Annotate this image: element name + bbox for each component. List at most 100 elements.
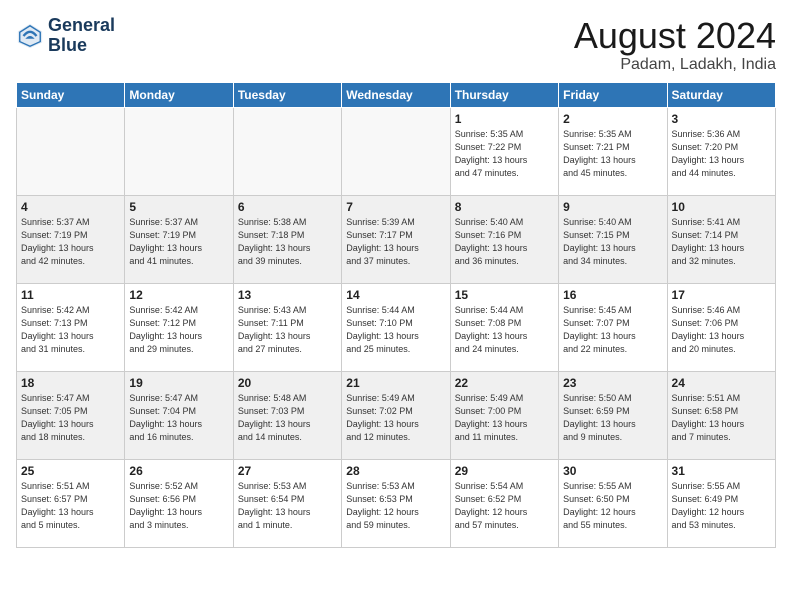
day-info: Sunrise: 5:53 AM Sunset: 6:53 PM Dayligh…: [346, 480, 445, 532]
calendar-cell: 31Sunrise: 5:55 AM Sunset: 6:49 PM Dayli…: [667, 459, 775, 547]
calendar-cell: [17, 107, 125, 195]
title-block: August 2024 Padam, Ladakh, India: [574, 16, 776, 74]
calendar-cell: 18 Sunrise: 5:47 AM Sunset: 7:05 PM Dayli…: [17, 371, 125, 459]
day-info: Sunrise: 5:54 AM Sunset: 6:52 PM Dayligh…: [455, 480, 554, 532]
calendar-cell: 11Sunrise: 5:42 AM Sunset: 7:13 PM Dayli…: [17, 283, 125, 371]
calendar-week-row: 25Sunrise: 5:51 AM Sunset: 6:57 PM Dayli…: [17, 459, 776, 547]
day-info: Sunrise: 5:40 AM Sunset: 7:15 PM Dayligh…: [563, 216, 662, 268]
weekday-header-tuesday: Tuesday: [233, 82, 341, 107]
day-number: 20: [238, 376, 337, 390]
day-number: 24: [672, 376, 771, 390]
day-number: 2: [563, 112, 662, 126]
day-number: 27: [238, 464, 337, 478]
day-number: 28: [346, 464, 445, 478]
calendar-cell: 6 Sunrise: 5:38 AM Sunset: 7:18 PM Daylig…: [233, 195, 341, 283]
day-number: 9: [563, 200, 662, 214]
day-info: Sunrise: 5:43 AM Sunset: 7:11 PM Dayligh…: [238, 304, 337, 356]
day-number: 16: [563, 288, 662, 302]
calendar-cell: 12 Sunrise: 5:42 AM Sunset: 7:12 PM Dayli…: [125, 283, 233, 371]
calendar-cell: 8 Sunrise: 5:40 AM Sunset: 7:16 PM Daylig…: [450, 195, 558, 283]
day-number: 7: [346, 200, 445, 214]
day-info: Sunrise: 5:49 AM Sunset: 7:02 PM Dayligh…: [346, 392, 445, 444]
day-info: Sunrise: 5:42 AM Sunset: 7:12 PM Dayligh…: [129, 304, 228, 356]
weekday-header-friday: Friday: [559, 82, 667, 107]
day-number: 19: [129, 376, 228, 390]
calendar-cell: 3Sunrise: 5:36 AM Sunset: 7:20 PM Daylig…: [667, 107, 775, 195]
day-info: Sunrise: 5:55 AM Sunset: 6:50 PM Dayligh…: [563, 480, 662, 532]
weekday-header-sunday: Sunday: [17, 82, 125, 107]
day-number: 1: [455, 112, 554, 126]
calendar-cell: 2 Sunrise: 5:35 AM Sunset: 7:21 PM Daylig…: [559, 107, 667, 195]
day-number: 26: [129, 464, 228, 478]
calendar-cell: [342, 107, 450, 195]
calendar-cell: 17 Sunrise: 5:46 AM Sunset: 7:06 PM Dayli…: [667, 283, 775, 371]
day-info: Sunrise: 5:41 AM Sunset: 7:14 PM Dayligh…: [672, 216, 771, 268]
weekday-header-saturday: Saturday: [667, 82, 775, 107]
calendar-week-row: 4 Sunrise: 5:37 AM Sunset: 7:19 PM Daylig…: [17, 195, 776, 283]
day-number: 21: [346, 376, 445, 390]
day-number: 17: [672, 288, 771, 302]
day-info: Sunrise: 5:48 AM Sunset: 7:03 PM Dayligh…: [238, 392, 337, 444]
day-number: 8: [455, 200, 554, 214]
calendar-cell: [125, 107, 233, 195]
page-header: General Blue August 2024 Padam, Ladakh, …: [16, 16, 776, 74]
day-number: 4: [21, 200, 120, 214]
calendar-cell: 4Sunrise: 5:37 AM Sunset: 7:19 PM Daylig…: [17, 195, 125, 283]
calendar-cell: 19 Sunrise: 5:47 AM Sunset: 7:04 PM Dayli…: [125, 371, 233, 459]
calendar-body: 1Sunrise: 5:35 AM Sunset: 7:22 PM Daylig…: [17, 107, 776, 547]
logo-icon: [16, 22, 44, 50]
calendar-cell: 9 Sunrise: 5:40 AM Sunset: 7:15 PM Daylig…: [559, 195, 667, 283]
day-info: Sunrise: 5:44 AM Sunset: 7:08 PM Dayligh…: [455, 304, 554, 356]
day-info: Sunrise: 5:47 AM Sunset: 7:05 PM Dayligh…: [21, 392, 120, 444]
day-info: Sunrise: 5:51 AM Sunset: 6:57 PM Dayligh…: [21, 480, 120, 532]
calendar-cell: 22Sunrise: 5:49 AM Sunset: 7:00 PM Dayli…: [450, 371, 558, 459]
calendar-cell: 21 Sunrise: 5:49 AM Sunset: 7:02 PM Dayli…: [342, 371, 450, 459]
day-number: 12: [129, 288, 228, 302]
calendar-week-row: 11Sunrise: 5:42 AM Sunset: 7:13 PM Dayli…: [17, 283, 776, 371]
calendar-cell: 25Sunrise: 5:51 AM Sunset: 6:57 PM Dayli…: [17, 459, 125, 547]
location-subtitle: Padam, Ladakh, India: [574, 56, 776, 74]
weekday-header-wednesday: Wednesday: [342, 82, 450, 107]
day-info: Sunrise: 5:38 AM Sunset: 7:18 PM Dayligh…: [238, 216, 337, 268]
day-info: Sunrise: 5:40 AM Sunset: 7:16 PM Dayligh…: [455, 216, 554, 268]
day-info: Sunrise: 5:44 AM Sunset: 7:10 PM Dayligh…: [346, 304, 445, 356]
day-info: Sunrise: 5:35 AM Sunset: 7:21 PM Dayligh…: [563, 128, 662, 180]
calendar-cell: 29 Sunrise: 5:54 AM Sunset: 6:52 PM Dayli…: [450, 459, 558, 547]
day-info: Sunrise: 5:36 AM Sunset: 7:20 PM Dayligh…: [672, 128, 771, 180]
day-number: 5: [129, 200, 228, 214]
calendar-table: SundayMondayTuesdayWednesdayThursdayFrid…: [16, 82, 776, 548]
calendar-week-row: 1Sunrise: 5:35 AM Sunset: 7:22 PM Daylig…: [17, 107, 776, 195]
calendar-cell: 10 Sunrise: 5:41 AM Sunset: 7:14 PM Dayli…: [667, 195, 775, 283]
day-info: Sunrise: 5:53 AM Sunset: 6:54 PM Dayligh…: [238, 480, 337, 532]
day-number: 18: [21, 376, 120, 390]
calendar-cell: 26Sunrise: 5:52 AM Sunset: 6:56 PM Dayli…: [125, 459, 233, 547]
day-number: 6: [238, 200, 337, 214]
calendar-cell: 28 Sunrise: 5:53 AM Sunset: 6:53 PM Dayli…: [342, 459, 450, 547]
calendar-cell: 23 Sunrise: 5:50 AM Sunset: 6:59 PM Dayli…: [559, 371, 667, 459]
day-info: Sunrise: 5:51 AM Sunset: 6:58 PM Dayligh…: [672, 392, 771, 444]
day-info: Sunrise: 5:50 AM Sunset: 6:59 PM Dayligh…: [563, 392, 662, 444]
day-info: Sunrise: 5:39 AM Sunset: 7:17 PM Dayligh…: [346, 216, 445, 268]
day-number: 15: [455, 288, 554, 302]
weekday-header-thursday: Thursday: [450, 82, 558, 107]
calendar-cell: [233, 107, 341, 195]
day-number: 14: [346, 288, 445, 302]
weekday-header-row: SundayMondayTuesdayWednesdayThursdayFrid…: [17, 82, 776, 107]
calendar-cell: 30 Sunrise: 5:55 AM Sunset: 6:50 PM Dayli…: [559, 459, 667, 547]
day-number: 29: [455, 464, 554, 478]
calendar-week-row: 18 Sunrise: 5:47 AM Sunset: 7:05 PM Dayli…: [17, 371, 776, 459]
day-info: Sunrise: 5:46 AM Sunset: 7:06 PM Dayligh…: [672, 304, 771, 356]
day-number: 11: [21, 288, 120, 302]
day-info: Sunrise: 5:37 AM Sunset: 7:19 PM Dayligh…: [129, 216, 228, 268]
logo: General Blue: [16, 16, 115, 56]
calendar-cell: 24 Sunrise: 5:51 AM Sunset: 6:58 PM Dayli…: [667, 371, 775, 459]
day-info: Sunrise: 5:49 AM Sunset: 7:00 PM Dayligh…: [455, 392, 554, 444]
day-number: 30: [563, 464, 662, 478]
day-info: Sunrise: 5:55 AM Sunset: 6:49 PM Dayligh…: [672, 480, 771, 532]
calendar-cell: 16Sunrise: 5:45 AM Sunset: 7:07 PM Dayli…: [559, 283, 667, 371]
day-number: 23: [563, 376, 662, 390]
day-number: 13: [238, 288, 337, 302]
calendar-header: SundayMondayTuesdayWednesdayThursdayFrid…: [17, 82, 776, 107]
day-info: Sunrise: 5:47 AM Sunset: 7:04 PM Dayligh…: [129, 392, 228, 444]
day-number: 10: [672, 200, 771, 214]
